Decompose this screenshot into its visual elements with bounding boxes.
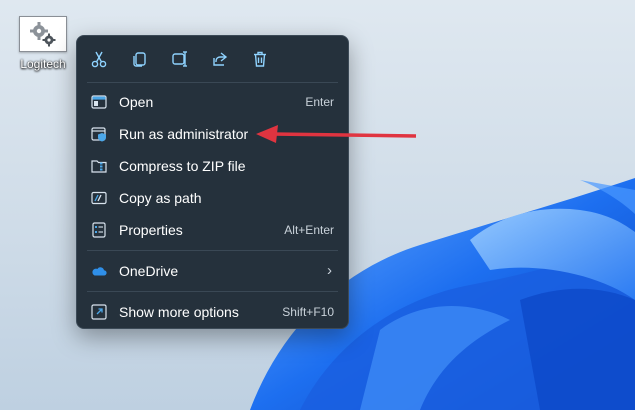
annotation-arrow xyxy=(256,125,417,143)
